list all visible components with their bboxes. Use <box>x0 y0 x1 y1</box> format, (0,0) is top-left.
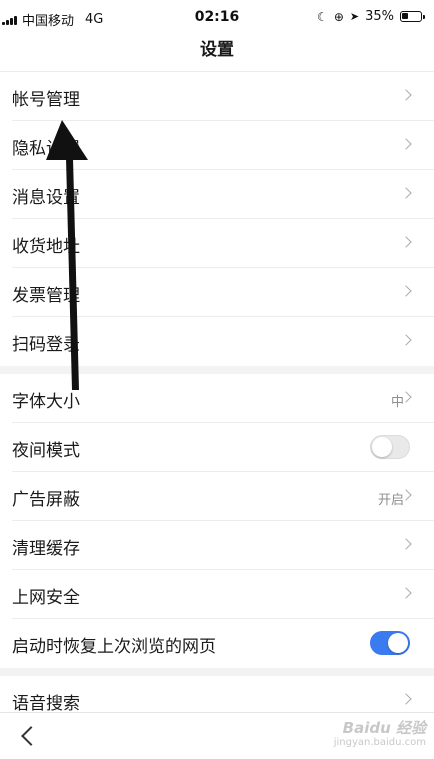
page-title: 设置 <box>0 36 434 72</box>
row-label: 帐号管理 <box>12 90 80 110</box>
settings-row-font-size[interactable]: 字体大小 中 <box>12 374 434 423</box>
settings-row-invoice[interactable]: 发票管理 <box>12 268 434 317</box>
row-label: 收货地址 <box>12 237 80 257</box>
chevron-right-icon <box>400 187 412 199</box>
section-divider <box>0 366 434 374</box>
moon-icon: ☾ <box>317 9 328 24</box>
chevron-right-icon <box>400 89 412 101</box>
settings-row-account[interactable]: 帐号管理 <box>12 72 434 121</box>
row-label: 广告屏蔽 <box>12 490 80 510</box>
battery-level <box>402 13 408 19</box>
row-label: 上网安全 <box>12 588 80 608</box>
chevron-right-icon <box>400 285 412 297</box>
settings-row-clear-cache[interactable]: 清理缓存 <box>12 521 434 570</box>
orientation-lock-icon: ⊕ <box>333 9 344 24</box>
chevron-right-icon <box>400 587 412 599</box>
watermark-main: Baidu 经验 <box>342 719 426 737</box>
row-label: 启动时恢复上次浏览的网页 <box>12 637 216 657</box>
chevron-right-icon <box>400 236 412 248</box>
bottom-toolbar: Baidu 经验 jingyan.baidu.com <box>0 712 434 759</box>
section-divider <box>0 668 434 676</box>
ad-block-value: 开启 <box>377 493 404 508</box>
toggle-knob <box>388 633 408 653</box>
row-label: 语音搜索 <box>12 694 80 714</box>
settings-row-web-security[interactable]: 上网安全 <box>12 570 434 619</box>
row-label: 发票管理 <box>12 286 80 306</box>
chevron-right-icon <box>400 138 412 150</box>
settings-row-privacy[interactable]: 隐私设置 <box>12 121 434 170</box>
chevron-right-icon <box>400 334 412 346</box>
settings-screen: 中国移动 4G 02:16 ☾ ⊕ ➤ 35% 设置 帐号管理 隐私设置 消息设… <box>0 0 434 759</box>
night-mode-toggle[interactable] <box>370 435 410 459</box>
row-label: 消息设置 <box>12 188 80 208</box>
toggle-knob <box>372 437 392 457</box>
settings-row-ad-block[interactable]: 广告屏蔽 开启 <box>12 472 434 521</box>
battery-percent: 35% <box>365 9 394 24</box>
account-settings-group: 帐号管理 隐私设置 消息设置 收货地址 发票管理 扫码登录 <box>0 72 434 366</box>
settings-row-messages[interactable]: 消息设置 <box>12 170 434 219</box>
status-right: ☾ ⊕ ➤ 35% <box>317 9 425 24</box>
row-label: 扫码登录 <box>12 335 80 355</box>
status-bar: 中国移动 4G 02:16 ☾ ⊕ ➤ 35% <box>0 0 434 36</box>
browser-settings-group: 字体大小 中 夜间模式 广告屏蔽 开启 清理缓存 上网安全 启动时恢复上次浏览的… <box>0 374 434 668</box>
location-icon: ➤ <box>349 10 360 23</box>
back-arrow-icon[interactable] <box>21 726 41 746</box>
chevron-right-icon <box>400 538 412 550</box>
settings-row-night-mode: 夜间模式 <box>12 423 434 472</box>
watermark-sub: jingyan.baidu.com <box>333 737 426 748</box>
watermark-logo: Baidu 经验 jingyan.baidu.com <box>334 719 426 749</box>
row-label: 隐私设置 <box>12 139 80 159</box>
settings-row-qr-login[interactable]: 扫码登录 <box>12 317 434 366</box>
battery-icon <box>400 11 425 22</box>
row-label: 字体大小 <box>12 392 80 412</box>
restore-pages-toggle[interactable] <box>370 631 410 655</box>
settings-row-restore-pages: 启动时恢复上次浏览的网页 <box>12 619 434 668</box>
chevron-right-icon <box>400 693 412 705</box>
row-label: 清理缓存 <box>12 539 80 559</box>
row-label: 夜间模式 <box>12 441 80 461</box>
settings-row-address[interactable]: 收货地址 <box>12 219 434 268</box>
